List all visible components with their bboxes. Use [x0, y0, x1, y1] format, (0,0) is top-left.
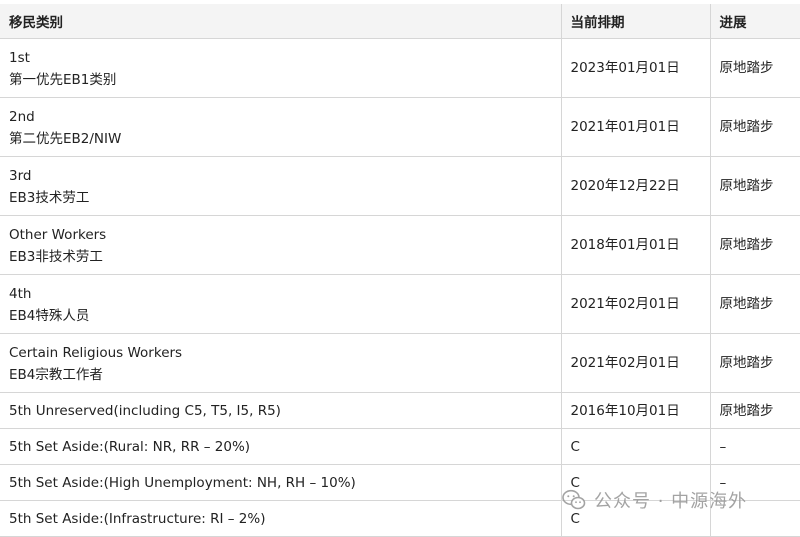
current-date-cell: C	[561, 428, 711, 465]
current-date-cell: 2021年02月01日	[561, 333, 711, 393]
category-cell: Other Workers EB3非技术劳工	[0, 215, 562, 275]
current-date-cell: 2021年01月01日	[561, 97, 711, 157]
category-name: EB4宗教工作者	[9, 366, 103, 383]
category-name: 第二优先EB2/NIW	[9, 130, 122, 147]
progress-cell: 原地踏步	[710, 274, 800, 334]
table-row: 4th EB4特殊人员 2021年02月01日 原地踏步	[0, 274, 800, 334]
category-cell: 5th Unreserved(including C5, T5, I5, R5)	[0, 392, 562, 429]
category-cell: 3rd EB3技术劳工	[0, 156, 562, 216]
current-date-cell: 2020年12月22日	[561, 156, 711, 216]
progress-cell: 原地踏步	[710, 215, 800, 275]
category-cell: 5th Set Aside:(Rural: NR, RR – 20%)	[0, 428, 562, 465]
table-row: 1st 第一优先EB1类别 2023年01月01日 原地踏步	[0, 38, 800, 98]
progress-cell: 原地踏步	[710, 97, 800, 157]
header-current-date: 当前排期	[561, 4, 711, 39]
category-name: 第一优先EB1类别	[9, 71, 117, 88]
table-row: Certain Religious Workers EB4宗教工作者 2021年…	[0, 333, 800, 393]
progress-cell: 原地踏步	[710, 392, 800, 429]
current-date-cell: 2016年10月01日	[561, 392, 711, 429]
category-cell: 5th Set Aside:(Infrastructure: RI – 2%)	[0, 500, 562, 537]
progress-cell: –	[710, 428, 800, 465]
table-header-row: 移民类别 当前排期 进展	[0, 4, 800, 39]
category-rank: Other Workers	[9, 226, 107, 243]
category-cell: 5th Set Aside:(High Unemployment: NH, RH…	[0, 464, 562, 501]
category-rank: 3rd	[9, 167, 32, 184]
wechat-watermark: 公众号 · 中源海外	[562, 487, 747, 513]
category-rank: Certain Religious Workers	[9, 344, 183, 361]
progress-cell: 原地踏步	[710, 38, 800, 98]
table-row: Other Workers EB3非技术劳工 2018年01月01日 原地踏步	[0, 215, 800, 275]
current-date-cell: 2023年01月01日	[561, 38, 711, 98]
header-progress: 进展	[710, 4, 800, 39]
category-name: EB3非技术劳工	[9, 248, 103, 265]
table-row: 5th Set Aside:(Rural: NR, RR – 20%) C –	[0, 428, 800, 465]
table-row: 3rd EB3技术劳工 2020年12月22日 原地踏步	[0, 156, 800, 216]
visa-bulletin-table: 移民类别 当前排期 进展 1st 第一优先EB1类别 2023年01月01日 原…	[0, 4, 800, 537]
category-rank: 4th	[9, 285, 32, 302]
table-row: 5th Unreserved(including C5, T5, I5, R5)…	[0, 392, 800, 429]
category-rank: 1st	[9, 49, 30, 66]
category-name: EB4特殊人员	[9, 307, 90, 324]
wechat-icon	[562, 489, 586, 510]
category-cell: Certain Religious Workers EB4宗教工作者	[0, 333, 562, 393]
category-rank: 2nd	[9, 108, 35, 125]
header-category: 移民类别	[0, 4, 562, 39]
progress-cell: 原地踏步	[710, 333, 800, 393]
category-cell: 1st 第一优先EB1类别	[0, 38, 562, 98]
category-cell: 2nd 第二优先EB2/NIW	[0, 97, 562, 157]
table-row: 2nd 第二优先EB2/NIW 2021年01月01日 原地踏步	[0, 97, 800, 157]
category-cell: 4th EB4特殊人员	[0, 274, 562, 334]
current-date-cell: 2021年02月01日	[561, 274, 711, 334]
current-date-cell: 2018年01月01日	[561, 215, 711, 275]
watermark-text: 公众号 · 中源海外	[594, 491, 748, 512]
category-name: EB3技术劳工	[9, 189, 90, 206]
progress-cell: 原地踏步	[710, 156, 800, 216]
